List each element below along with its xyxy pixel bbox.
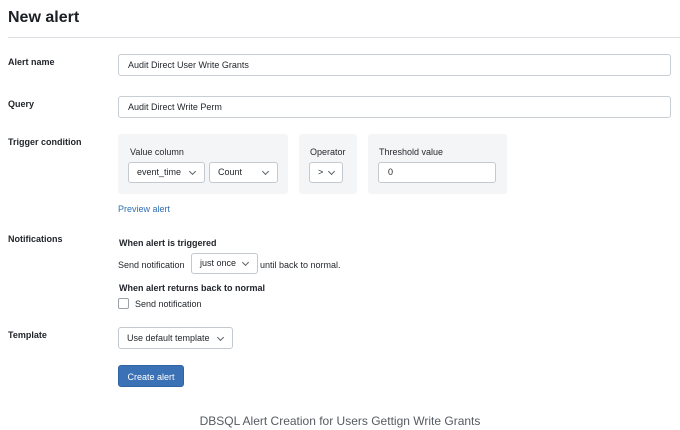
threshold-input[interactable]: 0	[378, 162, 496, 183]
alert-name-label: Alert name	[8, 57, 55, 67]
template-value: Use default template	[127, 333, 210, 343]
operator-label: Operator	[310, 147, 346, 157]
preview-alert-link[interactable]: Preview alert	[118, 204, 170, 214]
alert-name-input[interactable]: Audit Direct User Write Grants	[118, 54, 671, 76]
notifications-label: Notifications	[8, 234, 63, 244]
send-notification-checkbox-label: Send notification	[135, 299, 202, 309]
chevron-down-icon	[327, 167, 336, 176]
send-notification-prefix: Send notification	[118, 260, 185, 270]
value-column-select[interactable]: event_time	[128, 162, 205, 183]
value-column-value: event_time	[137, 167, 182, 177]
send-notification-suffix: until back to normal.	[260, 260, 341, 270]
title-divider	[8, 37, 680, 38]
chevron-down-icon	[216, 333, 225, 342]
operator-panel: Operator >	[299, 134, 357, 194]
notification-frequency-select[interactable]: just once	[191, 253, 258, 274]
threshold-label: Threshold value	[379, 147, 444, 157]
triggered-heading: When alert is triggered	[119, 238, 217, 248]
threshold-panel: Threshold value 0	[368, 134, 507, 194]
aggregation-value: Count	[218, 167, 243, 177]
trigger-condition-label: Trigger condition	[8, 137, 82, 147]
image-caption: DBSQL Alert Creation for Users Gettign W…	[199, 414, 481, 428]
notification-frequency-value: just once	[200, 258, 237, 268]
value-column-label: Value column	[130, 147, 184, 157]
operator-value: >	[318, 167, 324, 177]
normal-heading: When alert returns back to normal	[119, 283, 266, 293]
chevron-down-icon	[241, 258, 250, 267]
operator-select[interactable]: >	[309, 162, 343, 183]
chevron-down-icon	[261, 167, 270, 176]
query-input[interactable]: Audit Direct Write Perm	[118, 96, 671, 118]
aggregation-select[interactable]: Count	[209, 162, 278, 183]
template-select[interactable]: Use default template	[118, 327, 233, 349]
value-column-panel: Value column event_time Count	[118, 134, 288, 194]
send-notification-checkbox[interactable]	[118, 298, 129, 309]
template-label: Template	[8, 330, 47, 340]
query-label: Query	[8, 99, 35, 109]
create-alert-button[interactable]: Create alert	[118, 365, 184, 387]
page-title: New alert	[8, 9, 80, 26]
chevron-down-icon	[188, 167, 197, 176]
